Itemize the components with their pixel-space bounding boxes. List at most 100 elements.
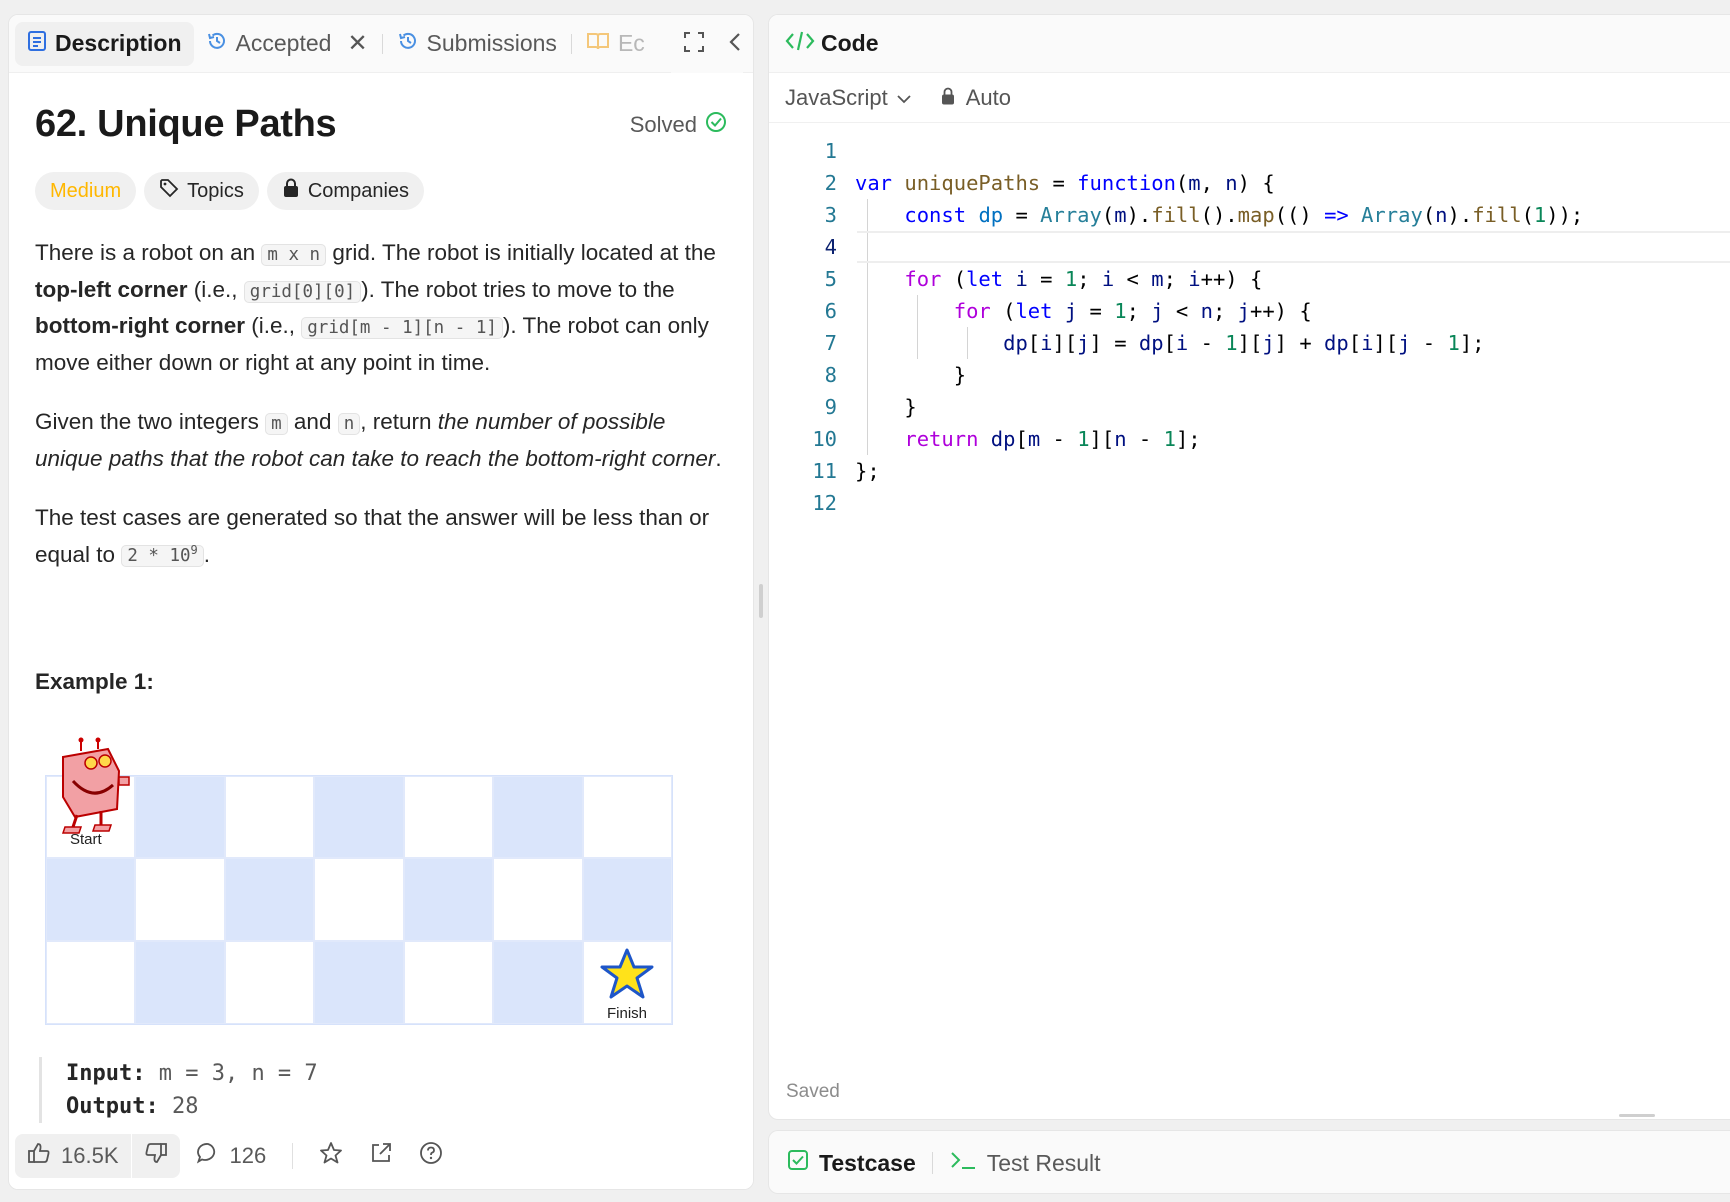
tab-testcase[interactable]: Testcase (787, 1149, 916, 1177)
grid-cell (493, 775, 583, 859)
code-line: 2 var uniquePaths = function(m, n) { (824, 171, 1275, 195)
tab-divider (931, 1152, 933, 1174)
problem-paragraph-2: Given the two integers m and n, return t… (35, 409, 722, 471)
code-line: 9 } (824, 395, 917, 419)
auto-mode[interactable]: Auto (940, 85, 1011, 111)
history-icon (206, 30, 228, 58)
likes-count: 16.5K (61, 1143, 119, 1168)
code-line-current: 4 (769, 231, 1730, 263)
example-io: Input: m = 3, n = 7 Output: 28 (39, 1056, 727, 1123)
code-line: 3 const dp = Array(m).fill().map(() => A… (824, 203, 1584, 227)
grid-cell (46, 941, 136, 1024)
fullscreen-icon[interactable] (683, 31, 705, 58)
favorite-button[interactable] (309, 1141, 353, 1171)
terminal-icon (949, 1149, 977, 1177)
grid-cell (224, 775, 315, 859)
example-grid-image: Start Finish (45, 737, 675, 1027)
companies-label: Companies (307, 179, 410, 202)
close-icon[interactable]: ✕ (347, 29, 367, 58)
grid-cell (582, 775, 672, 859)
grid-cell (46, 858, 136, 942)
tab-editorial-label: Ec (617, 30, 645, 56)
problem-actions-bar: 16.5K 126 (9, 1123, 753, 1189)
comment-icon (196, 1141, 220, 1171)
vote-group: 16.5K (15, 1134, 180, 1178)
problem-title: 62. Unique Paths (35, 103, 337, 145)
description-icon (27, 30, 47, 58)
finish-label: Finish (607, 1004, 648, 1022)
tab-divider (381, 33, 383, 54)
tab-test-result[interactable]: Test Result (949, 1149, 1101, 1177)
tag-icon (159, 178, 179, 204)
star-icon (319, 1141, 343, 1171)
topics-label: Topics (187, 179, 244, 202)
checkbox-icon (787, 1149, 809, 1177)
panel-resize-handle[interactable] (759, 584, 763, 618)
example-title: Example 1: (35, 668, 154, 694)
book-icon (586, 30, 610, 57)
tab-accepted-label: Accepted (235, 30, 332, 56)
code-line: 12 (812, 491, 837, 515)
chevron-down-icon (896, 85, 912, 111)
tab-submissions[interactable]: Submissions (385, 22, 569, 66)
code-line: 8 } (824, 363, 967, 387)
share-button[interactable] (359, 1141, 403, 1171)
robot-icon (61, 737, 130, 834)
grid (45, 774, 673, 1025)
language-select[interactable]: JavaScript (785, 85, 912, 111)
tab-test-result-label: Test Result (986, 1149, 1101, 1176)
saved-status: Saved (786, 1081, 840, 1102)
problem-tags: Medium Topics Companies (35, 172, 727, 210)
grid-cell (493, 858, 583, 942)
tab-accepted[interactable]: Accepted ✕ (194, 22, 380, 66)
grid-cell (403, 775, 494, 859)
problem-paragraph-1: There is a robot on an m x n grid. The r… (35, 240, 716, 375)
lock-icon (940, 85, 956, 111)
code-line: 5 for (let i = 1; i < m; i++) { (824, 267, 1263, 291)
tab-description[interactable]: Description (15, 21, 194, 66)
problem-tabbar: Description Accepted ✕ Submissions Ec (9, 15, 753, 73)
collapse-icon[interactable] (727, 31, 743, 58)
grid-cell (314, 941, 404, 1024)
help-button[interactable] (409, 1141, 453, 1171)
grid-cell (314, 858, 404, 942)
topics-button[interactable]: Topics (144, 172, 259, 210)
code-line: 6 for (let j = 1; j < n; j++) { (824, 299, 1312, 323)
code-line: 10 return dp[m - 1][n - 1]; (812, 427, 1201, 451)
lock-icon (282, 178, 300, 204)
testcase-tabbar: Testcase Test Result (769, 1131, 1730, 1193)
example-input: Input: m = 3, n = 7 (66, 1060, 318, 1086)
tab-submissions-label: Submissions (426, 30, 557, 56)
star-icon (600, 948, 654, 999)
grid-cell (224, 941, 315, 1024)
grid-cell (314, 775, 404, 859)
tab-tools (671, 15, 743, 73)
code-header: Code (769, 15, 1730, 73)
dislike-button[interactable] (132, 1134, 180, 1178)
tab-editorial[interactable]: Ec (574, 22, 657, 66)
code-line: 7 dp[i][j] = dp[i - 1][j] + dp[i][j - 1]… (824, 331, 1485, 355)
check-circle-icon (705, 111, 727, 139)
grid-cell (493, 941, 583, 1024)
tab-divider (570, 33, 572, 54)
language-label: JavaScript (785, 84, 888, 110)
thumbs-down-icon (144, 1141, 168, 1171)
problem-paragraph-3: The test cases are generated so that the… (35, 505, 710, 568)
start-label: Start (70, 830, 102, 848)
auto-label: Auto (965, 84, 1011, 110)
like-button[interactable]: 16.5K (15, 1134, 131, 1178)
grid-cell (135, 775, 225, 859)
code-editor[interactable]: 1 2 var uniquePaths = function(m, n) { 3 … (769, 135, 1730, 519)
code-header-label: Code (821, 30, 879, 56)
grid-cell (224, 858, 315, 942)
history-icon (397, 30, 419, 58)
tab-testcase-label: Testcase (819, 1149, 916, 1176)
panel-resize-handle[interactable] (1619, 1114, 1655, 1117)
grid-cell (135, 858, 225, 942)
problem-panel: Description Accepted ✕ Submissions Ec 62… (8, 14, 754, 1190)
example-output: Output: 28 (66, 1093, 199, 1119)
comments-button[interactable]: 126 (186, 1141, 277, 1171)
companies-button[interactable]: Companies (266, 172, 425, 210)
grid-cell (403, 858, 494, 942)
thumbs-up-icon (27, 1141, 51, 1171)
